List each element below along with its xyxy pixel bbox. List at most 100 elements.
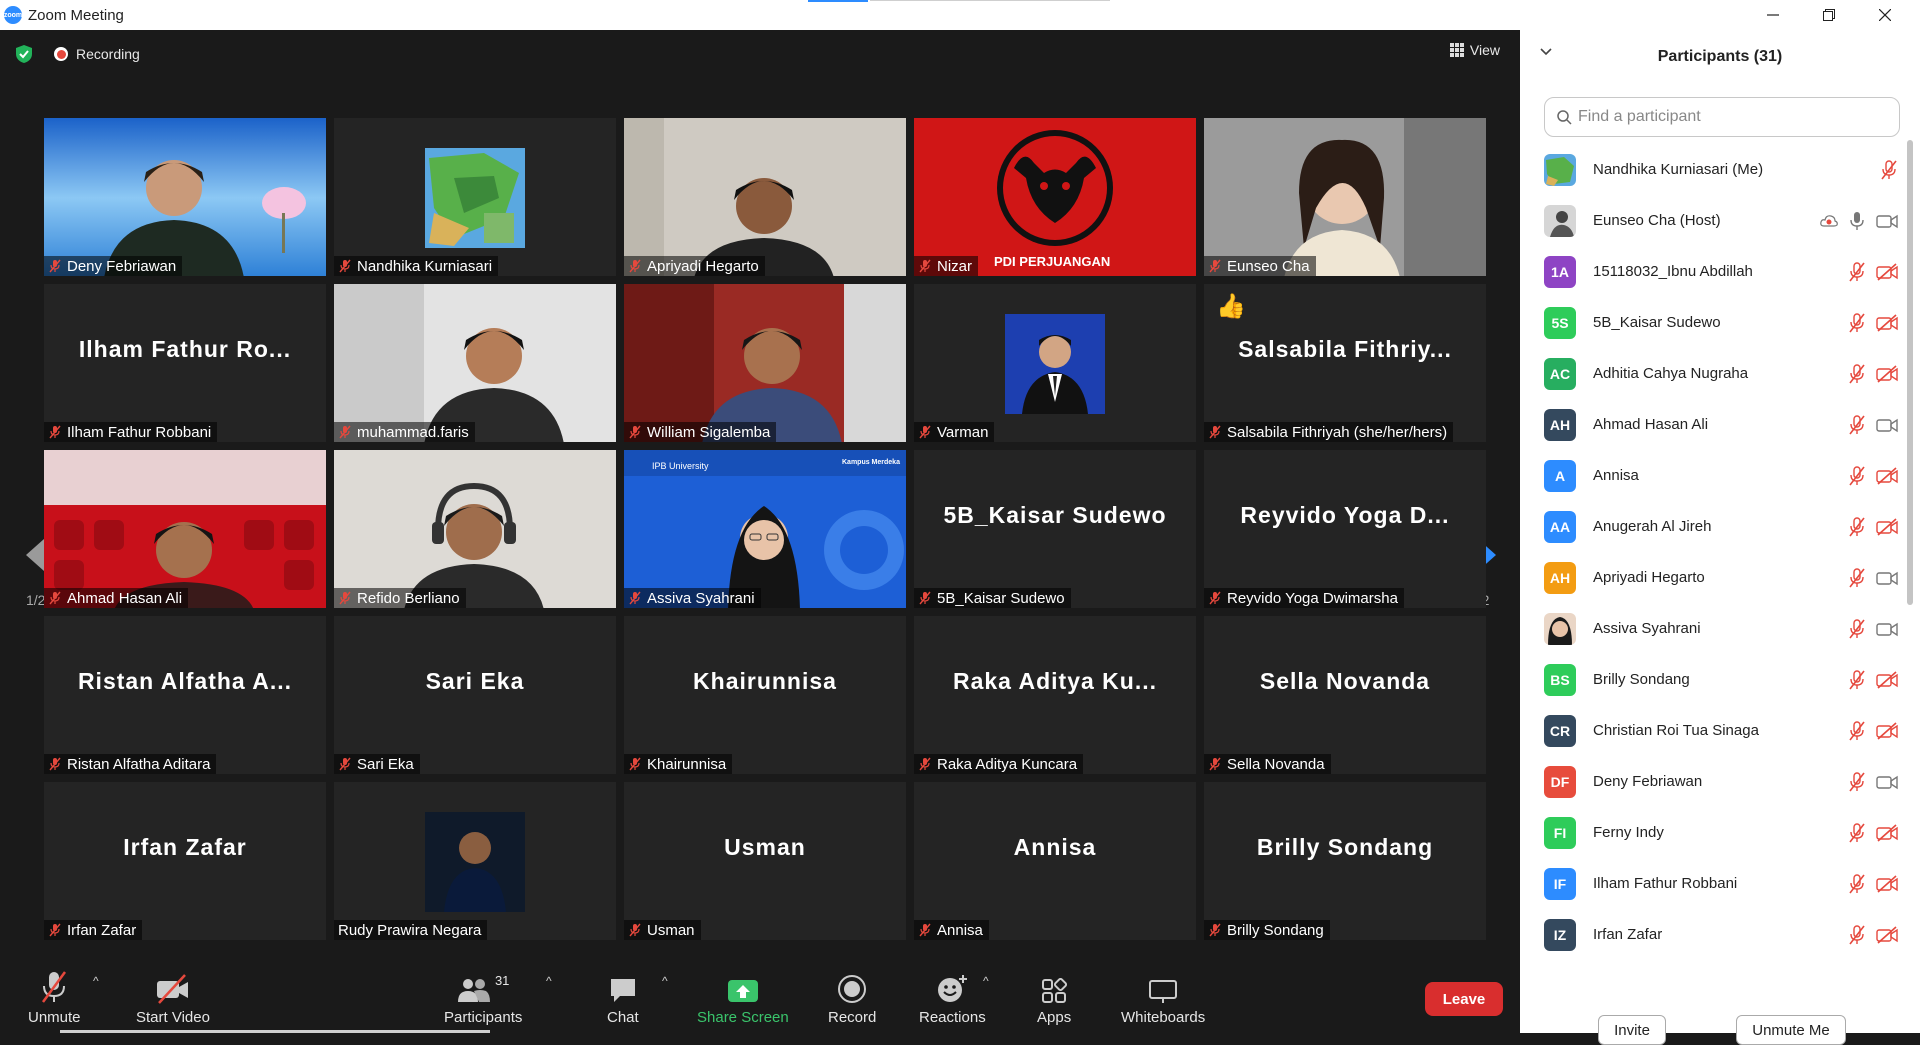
chat-options-caret[interactable]: ^ bbox=[662, 974, 668, 988]
video-tile[interactable]: Rudy Prawira Negara bbox=[334, 782, 616, 940]
participant-row[interactable]: FI Ferny Indy bbox=[1544, 807, 1898, 858]
microphone-muted-icon[interactable] bbox=[1848, 619, 1866, 639]
unmute-button[interactable]: Unmute bbox=[28, 968, 81, 1026]
participant-row[interactable]: DF Deny Febriawan bbox=[1544, 756, 1898, 807]
video-tile[interactable]: Ahmad Hasan Ali bbox=[44, 450, 326, 608]
video-tile[interactable]: Ilham Fathur Ro... Ilham Fathur Robbani bbox=[44, 284, 326, 442]
video-tile[interactable]: Sari Eka Sari Eka bbox=[334, 616, 616, 774]
microphone-muted-icon[interactable] bbox=[1848, 262, 1866, 282]
video-tile[interactable]: PDI PERJUANGAN Nizar bbox=[914, 118, 1196, 276]
close-button[interactable] bbox=[1857, 0, 1913, 30]
participant-row[interactable]: IF Ilham Fathur Robbani bbox=[1544, 858, 1898, 909]
participant-row[interactable]: AC Adhitia Cahya Nugraha bbox=[1544, 348, 1898, 399]
participant-row[interactable]: 5S 5B_Kaisar Sudewo bbox=[1544, 297, 1898, 348]
microphone-muted-icon[interactable] bbox=[1848, 466, 1866, 486]
participant-row[interactable]: AA Anugerah Al Jireh bbox=[1544, 501, 1898, 552]
participant-row[interactable]: Eunseo Cha (Host) bbox=[1544, 195, 1898, 246]
chat-button[interactable]: Chat bbox=[607, 968, 639, 1026]
video-off-icon[interactable] bbox=[1876, 518, 1898, 536]
start-video-button[interactable]: Start Video bbox=[136, 968, 210, 1026]
video-tile[interactable]: Eunseo Cha bbox=[1204, 118, 1486, 276]
participant-row[interactable]: Nandhika Kurniasari (Me) bbox=[1544, 144, 1898, 195]
video-off-icon[interactable] bbox=[1876, 875, 1898, 893]
invite-button[interactable]: Invite bbox=[1598, 1015, 1666, 1045]
view-label: View bbox=[1469, 42, 1500, 58]
recording-indicator[interactable]: Recording bbox=[54, 46, 140, 62]
video-tile[interactable]: Nandhika Kurniasari bbox=[334, 118, 616, 276]
video-tile[interactable]: Irfan Zafar Irfan Zafar bbox=[44, 782, 326, 940]
participant-row[interactable]: 1A 15118032_Ibnu Abdillah bbox=[1544, 246, 1898, 297]
minimize-button[interactable] bbox=[1745, 0, 1801, 30]
video-tile[interactable]: Brilly Sondang Brilly Sondang bbox=[1204, 782, 1486, 940]
participant-row[interactable]: A Annisa bbox=[1544, 450, 1898, 501]
participant-row[interactable]: AH Apriyadi Hegarto bbox=[1544, 552, 1898, 603]
video-off-icon[interactable] bbox=[1876, 263, 1898, 281]
video-camera-icon[interactable] bbox=[1876, 569, 1898, 587]
microphone-muted-icon[interactable] bbox=[1848, 925, 1866, 945]
video-camera-icon[interactable] bbox=[1876, 416, 1898, 434]
participant-row[interactable]: IZ Irfan Zafar bbox=[1544, 909, 1898, 960]
video-tile[interactable]: Sella Novanda Sella Novanda bbox=[1204, 616, 1486, 774]
participant-search-input[interactable]: Find a participant bbox=[1544, 97, 1900, 137]
video-camera-icon[interactable] bbox=[1876, 773, 1898, 791]
reactions-button[interactable]: Reactions bbox=[919, 968, 986, 1026]
video-off-icon[interactable] bbox=[1876, 365, 1898, 383]
microphone-muted-icon[interactable] bbox=[1848, 517, 1866, 537]
microphone-muted-icon[interactable] bbox=[1848, 874, 1866, 894]
apps-button[interactable]: Apps bbox=[1037, 968, 1071, 1026]
share-screen-button[interactable]: Share Screen bbox=[697, 968, 789, 1026]
reactions-options-caret[interactable]: ^ bbox=[983, 974, 989, 988]
video-tile[interactable]: Apriyadi Hegarto bbox=[624, 118, 906, 276]
participants-scrollbar[interactable] bbox=[1907, 140, 1913, 605]
participant-name: Sari Eka bbox=[357, 755, 414, 773]
video-tile[interactable]: William Sigalemba bbox=[624, 284, 906, 442]
video-tile[interactable]: Raka Aditya Ku... Raka Aditya Kuncara bbox=[914, 616, 1196, 774]
microphone-icon[interactable] bbox=[1848, 211, 1866, 231]
video-tile[interactable]: Salsabila Fithriy... 👍 Salsabila Fithriyah… bbox=[1204, 284, 1486, 442]
video-off-icon[interactable] bbox=[1876, 671, 1898, 689]
video-tile[interactable]: IPB University Kampus Merdeka Assiva Sya… bbox=[624, 450, 906, 608]
microphone-muted-icon[interactable] bbox=[1848, 670, 1866, 690]
microphone-muted-icon[interactable] bbox=[1848, 568, 1866, 588]
leave-button[interactable]: Leave bbox=[1425, 982, 1503, 1016]
participant-name: Apriyadi Hegarto bbox=[647, 257, 759, 275]
restore-button[interactable] bbox=[1801, 0, 1857, 30]
view-button[interactable]: View bbox=[1449, 42, 1500, 58]
record-button[interactable]: Record bbox=[828, 968, 876, 1026]
video-tile[interactable]: 5B_Kaisar Sudewo 5B_Kaisar Sudewo bbox=[914, 450, 1196, 608]
video-tile[interactable]: Refido Berliano bbox=[334, 450, 616, 608]
video-off-icon[interactable] bbox=[1876, 824, 1898, 842]
participants-button[interactable]: 31 Participants bbox=[444, 968, 522, 1026]
participant-name: Sella Novanda bbox=[1227, 755, 1325, 773]
microphone-muted-icon[interactable] bbox=[1848, 415, 1866, 435]
participant-row[interactable]: CR Christian Roi Tua Sinaga bbox=[1544, 705, 1898, 756]
video-tile[interactable]: Deny Febriawan bbox=[44, 118, 326, 276]
participant-row[interactable]: AH Ahmad Hasan Ali bbox=[1544, 399, 1898, 450]
video-off-icon[interactable] bbox=[1876, 467, 1898, 485]
participants-options-caret[interactable]: ^ bbox=[546, 974, 552, 988]
video-tile[interactable]: Khairunnisa Khairunnisa bbox=[624, 616, 906, 774]
microphone-muted-icon[interactable] bbox=[1848, 313, 1866, 333]
unmute-me-button[interactable]: Unmute Me bbox=[1736, 1015, 1846, 1045]
video-tile[interactable]: Ristan Alfatha A... Ristan Alfatha Aditar… bbox=[44, 616, 326, 774]
security-shield-icon[interactable] bbox=[14, 44, 34, 64]
video-camera-icon[interactable] bbox=[1876, 212, 1898, 230]
video-tile[interactable]: Reyvido Yoga D... Reyvido Yoga Dwimarsha bbox=[1204, 450, 1486, 608]
video-off-icon[interactable] bbox=[1876, 926, 1898, 944]
video-camera-icon[interactable] bbox=[1876, 620, 1898, 638]
video-off-icon[interactable] bbox=[1876, 314, 1898, 332]
video-off-icon[interactable] bbox=[1876, 722, 1898, 740]
microphone-muted-icon[interactable] bbox=[1848, 823, 1866, 843]
whiteboards-button[interactable]: Whiteboards bbox=[1121, 968, 1205, 1026]
participant-row[interactable]: BS Brilly Sondang bbox=[1544, 654, 1898, 705]
participant-row[interactable]: Assiva Syahrani bbox=[1544, 603, 1898, 654]
video-tile[interactable]: muhammad.faris bbox=[334, 284, 616, 442]
video-tile[interactable]: Varman bbox=[914, 284, 1196, 442]
microphone-muted-icon[interactable] bbox=[1848, 721, 1866, 741]
video-tile[interactable]: Annisa Annisa bbox=[914, 782, 1196, 940]
microphone-muted-icon[interactable] bbox=[1848, 772, 1866, 792]
microphone-muted-icon[interactable] bbox=[1880, 160, 1898, 180]
video-tile[interactable]: Usman Usman bbox=[624, 782, 906, 940]
microphone-muted-icon[interactable] bbox=[1848, 364, 1866, 384]
audio-options-caret[interactable]: ^ bbox=[93, 974, 99, 988]
